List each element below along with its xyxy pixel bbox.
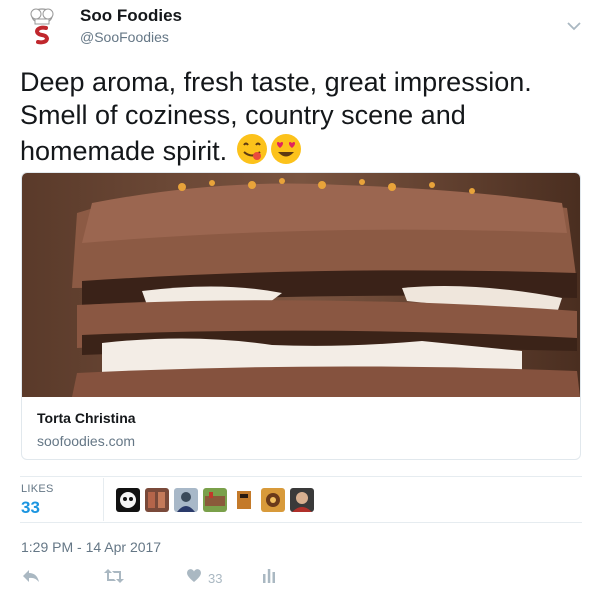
divider: [20, 522, 582, 523]
likes-count[interactable]: 33: [21, 498, 40, 518]
liker-avatars: [116, 488, 314, 512]
card-domain[interactable]: soofoodies.com: [37, 433, 135, 449]
author-avatar[interactable]: [22, 4, 62, 48]
liker-avatar[interactable]: [261, 488, 285, 512]
liker-avatar[interactable]: [116, 488, 140, 512]
card-title[interactable]: Torta Christina: [37, 410, 136, 426]
like-action-count: 33: [208, 570, 223, 586]
link-card[interactable]: Torta Christina soofoodies.com: [21, 172, 581, 460]
tweet-timestamp[interactable]: 1:29 PM - 14 Apr 2017: [21, 539, 161, 555]
author-name[interactable]: Soo Foodies: [80, 6, 182, 26]
chevron-down-icon[interactable]: [567, 18, 581, 31]
divider: [20, 476, 582, 477]
face-savoring-food-emoji: [235, 132, 269, 166]
likes-label[interactable]: LIKES: [21, 483, 54, 495]
liker-avatar[interactable]: [174, 488, 198, 512]
heart-eyes-emoji: [269, 132, 303, 166]
author-handle[interactable]: @SooFoodies: [80, 29, 169, 45]
reply-button[interactable]: [22, 568, 40, 588]
retweet-button[interactable]: [104, 568, 124, 588]
retweet-icon: [104, 568, 124, 589]
analytics-button[interactable]: [262, 568, 276, 588]
bar-chart-icon: [262, 568, 276, 588]
liker-avatar[interactable]: [145, 488, 169, 512]
liker-avatar[interactable]: [290, 488, 314, 512]
heart-icon: [186, 568, 202, 588]
tweet-text: Deep aroma, fresh taste, great impressio…: [20, 66, 580, 168]
liker-avatar[interactable]: [232, 488, 256, 512]
divider: [103, 478, 104, 521]
liker-avatar[interactable]: [203, 488, 227, 512]
card-image[interactable]: [22, 173, 580, 397]
like-button[interactable]: 33: [186, 568, 222, 588]
reply-icon: [22, 568, 40, 589]
